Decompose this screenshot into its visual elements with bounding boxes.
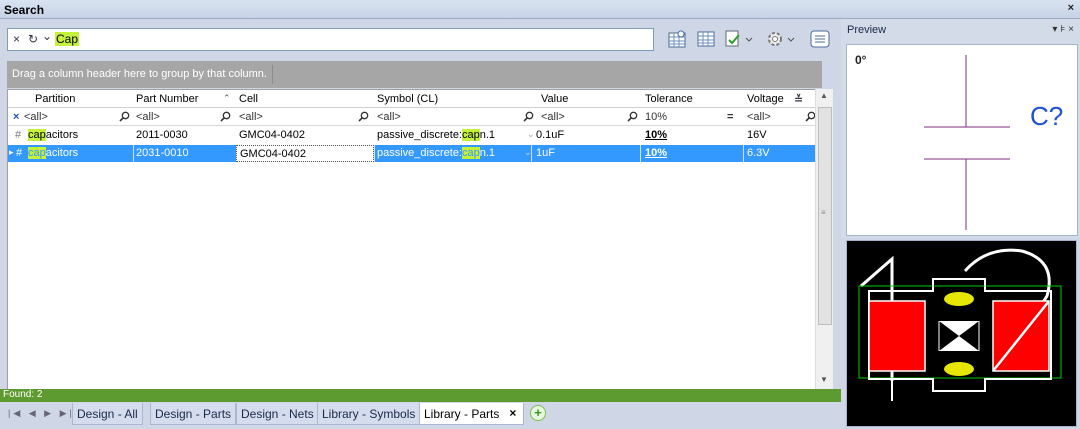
cell-part-number: 2011-0030	[136, 129, 188, 141]
column-header-row: Partition Part Number ⌃ Cell Symbol (CL)…	[8, 90, 823, 108]
search-panel: × ↻ ⌄ Cap Drag a column header here to g…	[0, 19, 841, 429]
filter-part-number[interactable]: <all>	[136, 111, 160, 123]
preview-panel: Preview ▾ ⊧ × 0° C?	[841, 19, 1080, 238]
plus-icon[interactable]: +	[530, 405, 546, 421]
tab-design-nets[interactable]: Design - Nets	[236, 403, 319, 425]
row-grid-icon: #	[15, 129, 22, 141]
title-bar: Search ×	[0, 0, 1080, 19]
filter-search-icon[interactable]	[119, 111, 130, 122]
filter-partition[interactable]: <all>	[24, 111, 48, 123]
group-by-hint: Drag a column header here to group by th…	[7, 65, 273, 84]
clear-search-icon[interactable]: ×	[13, 32, 20, 46]
dropdown-icon[interactable]: ⌄	[527, 129, 535, 140]
column-header-tolerance[interactable]: Tolerance	[645, 93, 693, 105]
export-icon[interactable]	[722, 27, 756, 51]
preview-controls[interactable]: ▾ ⊧ ×	[1052, 24, 1074, 35]
filter-equals-icon[interactable]: =	[727, 111, 733, 123]
column-header-partition[interactable]: Partition	[35, 93, 75, 105]
capacitor-symbol	[924, 55, 1010, 230]
found-count: Found: 2	[3, 389, 43, 400]
cell-voltage: 16V	[747, 129, 767, 141]
footprint-preview	[846, 240, 1077, 427]
cell-cell-focused[interactable]: GMC04-0402	[236, 145, 374, 162]
row-pointer-icon: ▸	[9, 147, 14, 157]
filter-symbol[interactable]: <all>	[377, 111, 401, 123]
tab-navigation-icons[interactable]: |◀ ◀ ▶ ▶|	[8, 408, 75, 419]
search-history-dropdown-icon[interactable]: ⌄	[42, 29, 52, 43]
sort-ascending-icon: ⌃	[223, 93, 231, 103]
scroll-down-icon[interactable]: ▼	[820, 375, 828, 384]
table-row-selected[interactable]: ▸ # capacitors 2031-0010 GMC04-0402 pass…	[8, 145, 823, 162]
symbol-preview: 0° C?	[846, 44, 1078, 236]
tab-design-parts[interactable]: Design - Parts	[150, 403, 237, 425]
filter-voltage[interactable]: <all>	[747, 111, 771, 123]
column-header-value[interactable]: Value	[541, 93, 568, 105]
column-header-part-number[interactable]: Part Number	[136, 93, 198, 105]
dropdown-icon[interactable]: ⌄	[524, 147, 532, 158]
search-query-text[interactable]: Cap	[55, 32, 80, 46]
list-icon[interactable]	[808, 27, 832, 51]
cell-tolerance[interactable]: 10%	[645, 147, 667, 159]
close-tab-icon[interactable]: ×	[509, 406, 516, 420]
column-header-symbol[interactable]: Symbol (CL)	[377, 93, 438, 105]
tab-strip: |◀ ◀ ▶ ▶| Design - All Design - Parts De…	[0, 402, 841, 429]
cell-symbol: passive_discrete:capn.1	[377, 129, 496, 141]
cell-value: 0.1uF	[536, 129, 565, 141]
tab-library-symbols[interactable]: Library - Symbols	[317, 403, 421, 425]
cell-tolerance[interactable]: 10%	[645, 129, 667, 141]
parts-grid: Partition Part Number ⌃ Cell Symbol (CL)…	[7, 89, 823, 391]
cell-partition: capacitors	[28, 147, 79, 159]
row-grid-icon: #	[16, 147, 23, 159]
footprint-graphic	[858, 248, 1062, 401]
refdes-label: C?	[1030, 101, 1064, 131]
filter-tolerance[interactable]: 10%	[645, 111, 667, 123]
tab-design-all[interactable]: Design - All	[72, 403, 143, 425]
table-row[interactable]: # capacitors 2011-0030 GMC04-0402 passiv…	[8, 127, 823, 144]
cell-partition: capacitors	[28, 129, 79, 141]
filter-search-icon[interactable]	[627, 111, 638, 122]
filter-cell[interactable]: <all>	[239, 111, 263, 123]
preview-title: Preview	[847, 24, 887, 36]
filter-value[interactable]: <all>	[541, 111, 565, 123]
column-header-voltage[interactable]: Voltage	[747, 93, 784, 105]
filter-search-icon[interactable]	[358, 111, 369, 122]
scroll-up-icon[interactable]: ▲	[820, 91, 828, 100]
close-icon[interactable]: ×	[1068, 2, 1074, 14]
refresh-icon[interactable]: ↻	[28, 32, 38, 46]
filter-row: × <all> <all> <all> <all> <all> 10% = <a…	[8, 109, 823, 126]
gear-icon[interactable]	[764, 27, 798, 51]
cell-symbol: passive_discrete:capn.1	[377, 147, 496, 159]
column-chooser-icon[interactable]: ≚	[794, 93, 803, 106]
cell-cell: GMC04-0402	[239, 129, 306, 141]
vertical-scroll-thumb[interactable]: ≡	[818, 107, 832, 325]
table-icon[interactable]	[694, 27, 718, 51]
filter-search-icon[interactable]	[220, 111, 231, 122]
cell-voltage: 6.3V	[747, 147, 770, 159]
cell-part-number: 2031-0010	[136, 147, 189, 159]
column-header-cell[interactable]: Cell	[239, 93, 258, 105]
grid-icon[interactable]	[665, 27, 689, 51]
group-by-area[interactable]: Drag a column header here to group by th…	[7, 61, 822, 88]
window-title: Search	[4, 3, 45, 17]
tab-library-parts[interactable]: Library - Parts ×	[419, 403, 525, 425]
clear-filter-icon[interactable]: ×	[13, 111, 19, 123]
search-input[interactable]: × ↻ ⌄ Cap	[7, 28, 654, 51]
filter-search-icon[interactable]	[523, 111, 534, 122]
cell-value: 1uF	[536, 147, 555, 159]
status-bar: Found: 2	[0, 389, 841, 402]
vertical-scrollbar[interactable]: ▲ ≡ ▼	[815, 89, 833, 391]
